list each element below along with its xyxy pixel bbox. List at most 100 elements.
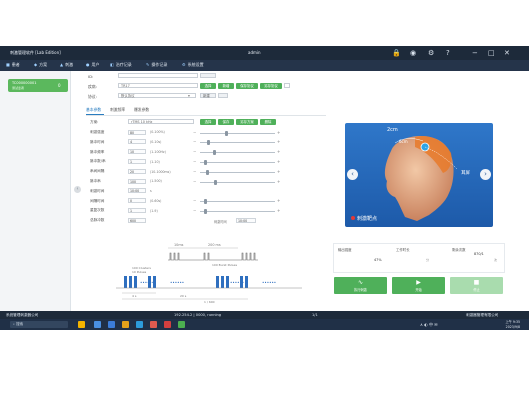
head-model-preview[interactable]: 2cm 6cm 耳屏 ‹ › 刺激靶点 [345,123,493,227]
param-slider[interactable] [200,208,275,214]
slider-knob[interactable] [205,169,209,175]
slider-knob[interactable] [212,150,216,156]
tab-basic[interactable]: 基本参数 [86,107,101,113]
decrease-icon[interactable]: − [193,179,196,184]
save-protocol-button[interactable]: 保存协议 [236,83,258,89]
increase-icon[interactable]: + [277,179,280,184]
decrease-icon[interactable]: − [193,139,196,144]
scheme-save-button[interactable]: 保存 [218,119,234,125]
widget-icon[interactable] [78,321,85,328]
menu-patient[interactable]: ■ 患者 [6,62,20,68]
param-slider[interactable] [200,199,275,205]
app2-icon[interactable] [164,321,171,328]
increase-icon[interactable]: + [277,159,280,164]
decrease-icon[interactable]: − [193,198,196,203]
slider-knob[interactable] [214,179,218,185]
protocol-select[interactable]: 默认协议 [118,93,196,98]
param-slider[interactable] [200,169,275,175]
stim-app-icon[interactable] [178,321,185,328]
scheme-saveas-button[interactable]: 另存方案 [236,119,258,125]
id-input[interactable] [118,73,198,78]
param-value-input[interactable]: 80 [128,129,146,135]
protocol-index-field[interactable] [284,83,290,88]
menu-oplog[interactable]: ✎ 操作记录 [146,62,167,68]
param-value-input[interactable]: 4 [128,139,146,145]
next-view-button[interactable]: › [480,169,491,180]
collapse-sidebar-button[interactable]: ‹ [74,186,81,193]
new-tag[interactable]: 新建 [200,93,216,98]
param-value-input[interactable]: 1 [128,158,146,164]
menu-stimulate[interactable]: ▲ 刺激 [60,62,73,68]
records-icon: ◧ [110,62,114,67]
tab-frequency[interactable]: 刺激频率 [110,107,125,113]
stop-button[interactable]: ■ 停止 [450,277,503,294]
param-slider[interactable] [200,159,275,165]
param-extra-value[interactable]: 10:00 [236,217,256,223]
edge-icon[interactable] [108,321,115,328]
param-slider[interactable] [200,130,275,136]
tray-icons[interactable]: ∧ ◐ 中 ✉ [420,322,438,328]
maximize-button[interactable]: □ [488,48,495,58]
patient-card[interactable]: TC000000001 测试患者 0 [8,79,68,92]
minimize-button[interactable]: − [472,48,478,58]
clock[interactable]: 上午 9:35 2023/9/8 [460,320,520,329]
decrease-icon[interactable]: − [193,169,196,174]
menu-settings[interactable]: ⚙ 系统设置 [182,62,204,68]
saveas-protocol-button[interactable]: 另存协议 [260,83,282,89]
close-button[interactable]: ✕ [504,48,510,58]
param-slider[interactable] [200,140,275,146]
new-button[interactable]: 新增 [218,83,234,89]
prev-view-button[interactable]: ‹ [347,169,358,180]
status-page: 1/1 [312,313,318,317]
record-icon[interactable]: ◉ [410,48,416,58]
increase-icon[interactable]: + [277,198,280,203]
slider-knob[interactable] [203,208,207,214]
scheme-input[interactable]: rTMS 10 kHz [128,119,194,124]
increase-icon[interactable]: + [277,169,280,174]
status-middle: 192.254.2 | 0000, running [174,313,222,317]
slider-knob[interactable] [225,130,229,136]
gear-icon[interactable]: ⚙ [428,48,434,58]
param-value-input[interactable]: 100 [128,178,146,184]
slider-knob[interactable] [203,199,207,205]
param-value-input[interactable]: 10:00 [128,188,146,194]
protocol-extra-field[interactable] [218,93,228,98]
menu-records[interactable]: ◧ 治疗记录 [110,62,132,68]
param-value-input[interactable]: 10 [128,149,146,155]
param-value-input[interactable]: 0 [128,198,146,204]
settings-icon: ⚙ [182,62,186,67]
param-value-input[interactable]: 1 [128,207,146,213]
explorer-icon[interactable] [122,321,129,328]
taskview-icon[interactable] [94,321,101,328]
param-slider[interactable] [200,179,275,185]
store-icon[interactable] [136,321,143,328]
decrease-icon[interactable]: − [193,208,196,213]
increase-icon[interactable]: + [277,130,280,135]
increase-icon[interactable]: + [277,149,280,154]
param-value-input[interactable]: 600 [128,217,146,223]
scheme-select-button[interactable]: 选择 [200,119,216,125]
chevron-down-icon[interactable]: ▾ [188,93,190,98]
disease-input[interactable]: TR17 [118,83,198,88]
param-value-input[interactable]: 20 [128,168,146,174]
increase-icon[interactable]: + [277,208,280,213]
help-icon[interactable]: ? [446,48,450,58]
menu-protocol[interactable]: ◆ 方案 [34,62,47,68]
slider-knob[interactable] [207,140,211,146]
select-button[interactable]: 选择 [200,83,216,89]
lock-icon[interactable]: 🔒 [392,48,401,58]
id-extra-field[interactable] [200,73,216,78]
decrease-icon[interactable]: − [193,130,196,135]
decrease-icon[interactable]: − [193,149,196,154]
taskbar-search[interactable]: ⌕ 搜索 [10,321,68,328]
app-icon[interactable] [150,321,157,328]
execute-stim-button[interactable]: ∿ 执行刺激 [334,277,387,294]
scheme-delete-button[interactable]: 删除 [260,119,276,125]
start-button[interactable]: ▶ 开始 [392,277,445,294]
param-slider[interactable] [200,150,275,156]
decrease-icon[interactable]: − [193,159,196,164]
menu-user[interactable]: ● 用户 [86,62,100,68]
increase-icon[interactable]: + [277,139,280,144]
tab-burst[interactable]: 爆发参数 [134,107,149,113]
slider-knob[interactable] [203,159,207,165]
